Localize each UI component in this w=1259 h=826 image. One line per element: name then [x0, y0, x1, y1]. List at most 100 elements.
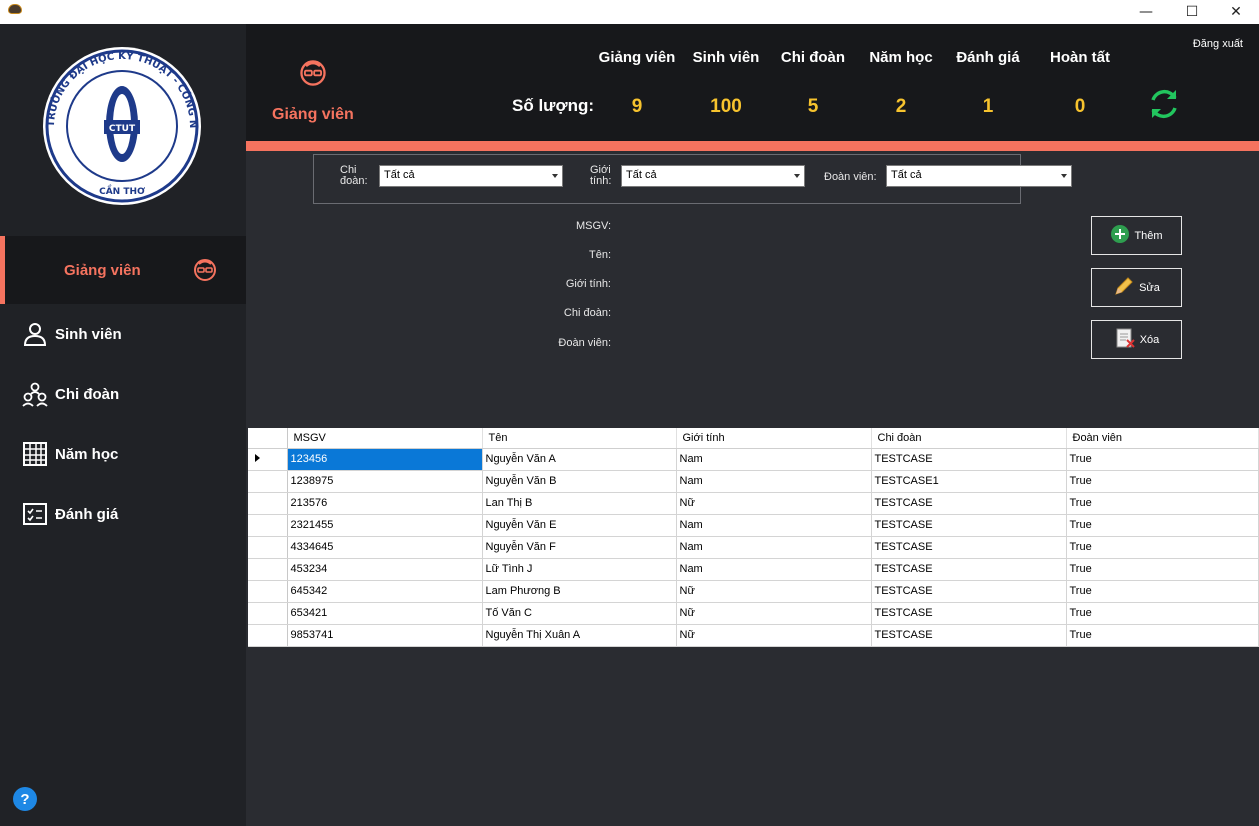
- row-selector[interactable]: [248, 602, 288, 625]
- sidebar-item-danh-gia[interactable]: Đánh giá: [0, 484, 246, 544]
- table-row[interactable]: 453234 Lữ Tình J Nam TESTCASE True: [248, 558, 1259, 581]
- row-selector[interactable]: [248, 558, 288, 581]
- checklist-icon: [22, 501, 48, 527]
- cell-doanvien[interactable]: True: [1066, 448, 1259, 471]
- maximize-button[interactable]: ☐: [1169, 0, 1215, 24]
- cell-doanvien[interactable]: True: [1066, 492, 1259, 515]
- cell-msgv[interactable]: 123456: [287, 448, 483, 471]
- sidebar-item-chi-doan[interactable]: Chi đoàn: [0, 364, 246, 424]
- cell-chidoan[interactable]: TESTCASE: [871, 514, 1067, 537]
- cell-doanvien[interactable]: True: [1066, 536, 1259, 559]
- cell-ten[interactable]: Nguyễn Văn B: [482, 470, 677, 493]
- cell-gioitinh[interactable]: Nam: [676, 448, 872, 471]
- cell-ten[interactable]: Nguyễn Văn F: [482, 536, 677, 559]
- cell-gioitinh[interactable]: Nam: [676, 536, 872, 559]
- help-button[interactable]: ?: [13, 787, 37, 811]
- cell-chidoan[interactable]: TESTCASE: [871, 448, 1067, 471]
- table-row[interactable]: 123456 Nguyễn Văn A Nam TESTCASE True: [248, 448, 1259, 471]
- cell-gioitinh[interactable]: Nữ: [676, 602, 872, 625]
- cell-gioitinh[interactable]: Nữ: [676, 624, 872, 647]
- sidebar: TRƯỜNG ĐẠI HỌC KỸ THUẬT - CÔNG NGHỆ CẦN …: [0, 14, 246, 826]
- cell-msgv[interactable]: 453234: [287, 558, 483, 581]
- cell-msgv[interactable]: 4334645: [287, 536, 483, 559]
- cell-doanvien[interactable]: True: [1066, 580, 1259, 603]
- cell-chidoan[interactable]: TESTCASE: [871, 536, 1067, 559]
- row-selector[interactable]: [248, 492, 288, 515]
- table-row[interactable]: 1238975 Nguyễn Văn B Nam TESTCASE1 True: [248, 470, 1259, 493]
- cell-msgv[interactable]: 9853741: [287, 624, 483, 647]
- minimize-button[interactable]: —: [1123, 0, 1169, 24]
- cell-ten[interactable]: Tố Văn C: [482, 602, 677, 625]
- sidebar-item-giang-vien[interactable]: Giảng viên: [0, 236, 246, 304]
- filter-gioitinh-select[interactable]: Tất cả: [621, 165, 805, 187]
- cell-ten[interactable]: Lữ Tình J: [482, 558, 677, 581]
- cell-gioitinh[interactable]: Nữ: [676, 492, 872, 515]
- filter-chidoan-select[interactable]: Tất cả: [379, 165, 563, 187]
- row-selector[interactable]: [248, 470, 288, 493]
- table-row[interactable]: 213576 Lan Thị B Nữ TESTCASE True: [248, 492, 1259, 515]
- cell-doanvien[interactable]: True: [1066, 514, 1259, 537]
- table-row[interactable]: 653421 Tố Văn C Nữ TESTCASE True: [248, 602, 1259, 625]
- cell-chidoan[interactable]: TESTCASE1: [871, 470, 1067, 493]
- form-msgv-label: MSGV:: [575, 220, 611, 232]
- sidebar-item-nam-hoc[interactable]: Năm học: [0, 424, 246, 484]
- row-selector[interactable]: [248, 536, 288, 559]
- school-logo: TRƯỜNG ĐẠI HỌC KỸ THUẬT - CÔNG NGHỆ CẦN …: [0, 14, 246, 236]
- cell-ten[interactable]: Lan Thị B: [482, 492, 677, 515]
- table-row[interactable]: 9853741 Nguyễn Thị Xuân A Nữ TESTCASE Tr…: [248, 624, 1259, 647]
- stat-label-danh-gia: Đánh giá: [956, 49, 1020, 66]
- cell-gioitinh[interactable]: Nữ: [676, 580, 872, 603]
- row-selector[interactable]: [248, 624, 288, 647]
- cell-ten[interactable]: Nguyễn Thị Xuân A: [482, 624, 677, 647]
- row-selector[interactable]: [248, 448, 288, 471]
- logout-link[interactable]: Đăng xuất: [1193, 38, 1243, 50]
- row-header-corner: [248, 428, 288, 449]
- column-header-chidoan[interactable]: Chi đoàn: [871, 428, 1067, 449]
- cell-msgv[interactable]: 1238975: [287, 470, 483, 493]
- cell-msgv[interactable]: 645342: [287, 580, 483, 603]
- cell-chidoan[interactable]: TESTCASE: [871, 558, 1067, 581]
- sidebar-item-label: Sinh viên: [55, 325, 122, 343]
- row-selector[interactable]: [248, 514, 288, 537]
- table-row[interactable]: 2321455 Nguyễn Văn E Nam TESTCASE True: [248, 514, 1259, 537]
- row-selector[interactable]: [248, 580, 288, 603]
- stat-value-sinh-vien: 100: [710, 96, 742, 117]
- cell-doanvien[interactable]: True: [1066, 470, 1259, 493]
- stat-label-giang-vien: Giảng viên: [598, 49, 676, 66]
- edit-button[interactable]: Sửa: [1091, 268, 1182, 307]
- delete-button[interactable]: Xóa: [1091, 320, 1182, 359]
- cell-doanvien[interactable]: True: [1066, 558, 1259, 581]
- close-button[interactable]: ✕: [1213, 0, 1259, 24]
- cell-chidoan[interactable]: TESTCASE: [871, 602, 1067, 625]
- table-row[interactable]: 645342 Lam Phương B Nữ TESTCASE True: [248, 580, 1259, 603]
- column-header-gioitinh[interactable]: Giới tính: [676, 428, 872, 449]
- stat-value-giang-vien: 9: [631, 96, 643, 117]
- cell-doanvien[interactable]: True: [1066, 624, 1259, 647]
- cell-chidoan[interactable]: TESTCASE: [871, 624, 1067, 647]
- cell-doanvien[interactable]: True: [1066, 602, 1259, 625]
- sidebar-item-sinh-vien[interactable]: Sinh viên: [0, 304, 246, 364]
- cell-chidoan[interactable]: TESTCASE: [871, 580, 1067, 603]
- cell-msgv[interactable]: 213576: [287, 492, 483, 515]
- filter-doanvien-select[interactable]: Tất cả: [886, 165, 1072, 187]
- form-gioitinh-label: Giới tính:: [565, 278, 611, 290]
- cell-msgv[interactable]: 653421: [287, 602, 483, 625]
- column-header-doanvien[interactable]: Đoàn viên: [1066, 428, 1259, 449]
- add-button[interactable]: Thêm: [1091, 216, 1182, 255]
- cell-msgv[interactable]: 2321455: [287, 514, 483, 537]
- column-header-ten[interactable]: Tên: [482, 428, 677, 449]
- cell-ten[interactable]: Nguyễn Văn A: [482, 448, 677, 471]
- cell-gioitinh[interactable]: Nam: [676, 558, 872, 581]
- refresh-icon[interactable]: [1146, 86, 1182, 127]
- chevron-down-icon: [1061, 174, 1067, 178]
- lecturer-table[interactable]: MSGV Tên Giới tính Chi đoàn Đoàn viên 12…: [248, 428, 1259, 647]
- cell-gioitinh[interactable]: Nam: [676, 514, 872, 537]
- chevron-down-icon: [794, 174, 800, 178]
- cell-gioitinh[interactable]: Nam: [676, 470, 872, 493]
- table-row[interactable]: 4334645 Nguyễn Văn F Nam TESTCASE True: [248, 536, 1259, 559]
- cell-ten[interactable]: Lam Phương B: [482, 580, 677, 603]
- cell-chidoan[interactable]: TESTCASE: [871, 492, 1067, 515]
- column-header-msgv[interactable]: MSGV: [287, 428, 483, 449]
- cell-ten[interactable]: Nguyễn Văn E: [482, 514, 677, 537]
- group-icon: [22, 381, 48, 407]
